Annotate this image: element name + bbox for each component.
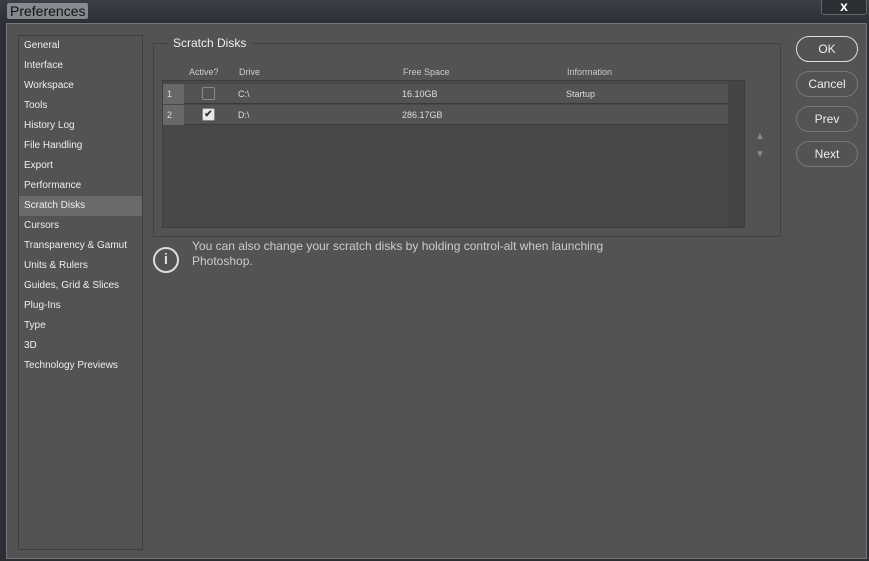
group-title: Scratch Disks bbox=[167, 36, 253, 50]
sidebar-item[interactable]: Transparency & Gamut bbox=[19, 236, 142, 256]
information-cell: Startup bbox=[566, 89, 596, 99]
header-information: Information bbox=[567, 67, 613, 77]
header-drive: Drive bbox=[239, 67, 261, 77]
ok-button[interactable]: OK bbox=[796, 36, 858, 62]
header-active: Active? bbox=[189, 67, 219, 77]
window-title: Preferences bbox=[7, 3, 89, 19]
sidebar-item[interactable]: Tools bbox=[19, 96, 142, 116]
sidebar-item[interactable]: Type bbox=[19, 316, 142, 336]
free-space-cell: 286.17GB bbox=[402, 110, 443, 120]
active-checkbox[interactable] bbox=[202, 87, 215, 100]
sidebar-item[interactable]: Export bbox=[19, 156, 142, 176]
table-scrollbar[interactable] bbox=[728, 81, 744, 227]
table-row[interactable]: 2 ✔ D:\ 286.17GB bbox=[163, 105, 728, 125]
close-button[interactable]: x bbox=[821, 0, 867, 15]
move-down-icon[interactable]: ▼ bbox=[755, 146, 765, 164]
scratch-disks-table: 1 C:\ 16.10GB Startup 2 ✔ D:\ 286.17GB bbox=[162, 80, 745, 228]
reorder-arrows: ▲ ▼ bbox=[755, 128, 765, 164]
header-free-space: Free Space bbox=[403, 67, 450, 77]
sidebar-item[interactable]: Workspace bbox=[19, 76, 142, 96]
sidebar-item[interactable]: File Handling bbox=[19, 136, 142, 156]
sidebar-item[interactable]: General bbox=[19, 36, 142, 56]
sidebar-item[interactable]: Plug-Ins bbox=[19, 296, 142, 316]
next-button[interactable]: Next bbox=[796, 141, 858, 167]
sidebar-item[interactable]: 3D bbox=[19, 336, 142, 356]
sidebar: General Interface Workspace Tools History Lo… bbox=[18, 35, 143, 550]
drive-cell: D:\ bbox=[238, 110, 250, 120]
prev-button[interactable]: Prev bbox=[796, 106, 858, 132]
table-row[interactable]: 1 C:\ 16.10GB Startup bbox=[163, 84, 728, 104]
row-number: 2 bbox=[163, 105, 184, 125]
sidebar-item[interactable]: History Log bbox=[19, 116, 142, 136]
title-bar: Preferences x bbox=[0, 0, 869, 23]
sidebar-item[interactable]: Technology Previews bbox=[19, 356, 142, 376]
move-up-icon[interactable]: ▲ bbox=[755, 128, 765, 146]
cancel-button[interactable]: Cancel bbox=[796, 71, 858, 97]
sidebar-item[interactable]: Interface bbox=[19, 56, 142, 76]
row-number: 1 bbox=[163, 84, 184, 104]
sidebar-item[interactable]: Cursors bbox=[19, 216, 142, 236]
free-space-cell: 16.10GB bbox=[402, 89, 438, 99]
active-checkbox[interactable]: ✔ bbox=[202, 108, 215, 121]
info-icon: i bbox=[153, 247, 179, 273]
drive-cell: C:\ bbox=[238, 89, 250, 99]
preferences-dialog: General Interface Workspace Tools History Lo… bbox=[6, 23, 867, 559]
sidebar-item[interactable]: Guides, Grid & Slices bbox=[19, 276, 142, 296]
sidebar-item[interactable]: Units & Rulers bbox=[19, 256, 142, 276]
sidebar-item[interactable]: Scratch Disks bbox=[19, 196, 142, 216]
info-text: You can also change your scratch disks b… bbox=[192, 239, 604, 268]
sidebar-item[interactable]: Performance bbox=[19, 176, 142, 196]
